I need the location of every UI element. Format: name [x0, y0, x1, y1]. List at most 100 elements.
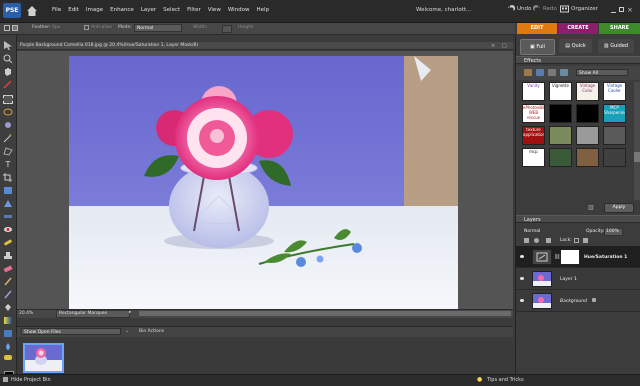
- effects-panel-header[interactable]: Effects: [516, 56, 640, 64]
- subtab-full[interactable]: ▣ Full: [520, 39, 555, 55]
- menu-window[interactable]: Window: [228, 7, 250, 13]
- tab-create[interactable]: CREATE: [558, 23, 598, 34]
- hide-project-bin-button[interactable]: Hide Project Bin: [11, 377, 51, 383]
- adjustment-layer-icon[interactable]: [534, 238, 539, 243]
- layer-visibility-eye-icon[interactable]: [520, 299, 524, 302]
- antialias-checkbox[interactable]: [84, 25, 89, 30]
- effect-thumbnail[interactable]: MCP Sharpening: [603, 104, 626, 123]
- menu-image[interactable]: Image: [86, 7, 103, 13]
- document-maximize-icon[interactable]: □: [502, 43, 507, 49]
- tab-edit[interactable]: EDIT: [517, 23, 557, 34]
- lasso-polygon-tool-icon[interactable]: [3, 147, 13, 156]
- effect-thumbnail[interactable]: [549, 126, 572, 145]
- menu-file[interactable]: File: [52, 7, 61, 13]
- rectangular-marquee-tool-icon[interactable]: [3, 95, 13, 104]
- project-bin-thumbnail[interactable]: [23, 343, 64, 373]
- effect-thumbnail[interactable]: Vintage Color: [576, 82, 599, 101]
- eyedropper-tool-icon[interactable]: [3, 80, 13, 89]
- blend-mode-select[interactable]: Normal: [524, 229, 540, 234]
- effect-thumbnail[interactable]: [549, 104, 572, 123]
- brush-tool-icon[interactable]: [3, 277, 13, 286]
- effect-thumbnail[interactable]: Vignette: [549, 82, 572, 101]
- new-selection-icon[interactable]: [4, 25, 10, 31]
- effect-thumbnail[interactable]: ePhotoeBible WEB rescue: [522, 104, 545, 123]
- effect-thumbnail[interactable]: texture application: [522, 126, 545, 145]
- bin-actions-button[interactable]: Bin Actions: [139, 329, 164, 334]
- organizer-button[interactable]: Organizer: [560, 5, 598, 13]
- effect-thumbnail[interactable]: Vintage Cooler: [603, 82, 626, 101]
- effect-thumbnail[interactable]: [576, 148, 599, 167]
- menu-edit[interactable]: Edit: [68, 7, 79, 13]
- bin-select-arrow-icon[interactable]: ⌄: [125, 328, 129, 334]
- zoom-value[interactable]: 20.4%: [19, 311, 33, 316]
- paint-bucket-tool-icon[interactable]: [3, 303, 13, 312]
- effects-scrollbar[interactable]: [634, 82, 640, 200]
- type-tool-icon[interactable]: T: [3, 160, 13, 169]
- cookie-cutter-tool-icon[interactable]: [3, 199, 13, 208]
- recompose-tool-icon[interactable]: [3, 186, 13, 195]
- layer-mask-thumbnail[interactable]: [560, 249, 580, 265]
- swap-dimensions-icon[interactable]: [222, 25, 232, 33]
- effects-view-icon[interactable]: [560, 69, 568, 76]
- layer-row-hue-saturation[interactable]: ⛓ Hue/Saturation 1: [516, 246, 640, 268]
- sponge-tool-icon[interactable]: [3, 353, 13, 362]
- trash-icon[interactable]: ▥: [588, 204, 596, 211]
- effect-thumbnail[interactable]: [603, 126, 626, 145]
- effect-thumbnail[interactable]: Vanity: [522, 82, 545, 101]
- subtab-quick[interactable]: ▤ Quick: [559, 39, 592, 53]
- status-arrow-icon[interactable]: ▸: [129, 310, 135, 316]
- effect-thumbnail[interactable]: [576, 104, 599, 123]
- redo-button[interactable]: Redo: [533, 5, 557, 13]
- menu-filter[interactable]: Filter: [187, 7, 201, 13]
- quick-selection-tool-icon[interactable]: [3, 121, 13, 130]
- effects-filters-icon[interactable]: [524, 69, 532, 76]
- red-eye-tool-icon[interactable]: [3, 225, 13, 234]
- hand-tool-icon[interactable]: [3, 67, 13, 76]
- gradient-tool-icon[interactable]: [3, 316, 13, 325]
- menu-layer[interactable]: Layer: [141, 7, 156, 13]
- hide-bin-icon[interactable]: [3, 377, 8, 382]
- apply-button[interactable]: Apply: [604, 203, 634, 213]
- layer-row-layer-1[interactable]: Layer 1: [516, 268, 640, 290]
- effect-thumbnail[interactable]: [576, 126, 599, 145]
- layers-panel-header[interactable]: Layers: [516, 215, 640, 223]
- lasso-tool-icon[interactable]: [3, 108, 13, 117]
- layer-visibility-eye-icon[interactable]: [520, 277, 524, 280]
- show-open-files-select[interactable]: Show Open Files: [21, 328, 121, 335]
- menu-select[interactable]: Select: [163, 7, 180, 13]
- move-tool-icon[interactable]: [4, 41, 12, 50]
- lock-transparent-icon[interactable]: [574, 238, 579, 243]
- effects-styles-icon[interactable]: [536, 69, 544, 76]
- menu-enhance[interactable]: Enhance: [110, 7, 134, 13]
- zoom-tool-icon[interactable]: [3, 54, 13, 64]
- blur-tool-icon[interactable]: [3, 342, 13, 351]
- tips-and-tricks-button[interactable]: Tips and Tricks: [487, 377, 524, 383]
- close-icon[interactable]: ×: [627, 7, 633, 14]
- document-photo[interactable]: [69, 56, 458, 313]
- horizontal-scrollbar[interactable]: [139, 311, 511, 316]
- lock-all-icon[interactable]: [583, 238, 588, 243]
- new-layer-icon[interactable]: [524, 238, 529, 243]
- layer-visibility-eye-icon[interactable]: [520, 255, 524, 258]
- effects-photo-effects-icon[interactable]: [548, 69, 556, 76]
- opacity-value[interactable]: 100%: [604, 228, 623, 236]
- add-selection-icon[interactable]: [12, 25, 18, 31]
- effects-filter-select[interactable]: Show All: [576, 69, 628, 76]
- feather-value[interactable]: 0px: [52, 25, 60, 30]
- effects-scroll-thumb[interactable]: [634, 152, 640, 162]
- healing-brush-tool-icon[interactable]: [3, 238, 13, 247]
- subtab-guided[interactable]: ▥ Guided: [598, 39, 634, 53]
- clone-stamp-tool-icon[interactable]: [3, 251, 13, 260]
- home-icon[interactable]: [25, 4, 39, 18]
- layer-row-background[interactable]: Background: [516, 290, 640, 312]
- effect-thumbnail[interactable]: [603, 148, 626, 167]
- straighten-tool-icon[interactable]: [3, 212, 13, 221]
- maximize-icon[interactable]: [619, 7, 624, 12]
- mode-select[interactable]: Normal: [134, 24, 182, 32]
- menu-view[interactable]: View: [208, 7, 221, 13]
- document-close-icon[interactable]: ×: [491, 43, 495, 49]
- effect-thumbnail[interactable]: [549, 148, 572, 167]
- minimize-icon[interactable]: [611, 12, 616, 13]
- undo-button[interactable]: Undo: [507, 5, 531, 13]
- status-tool-select[interactable]: Rectangular Marquee: [56, 310, 130, 318]
